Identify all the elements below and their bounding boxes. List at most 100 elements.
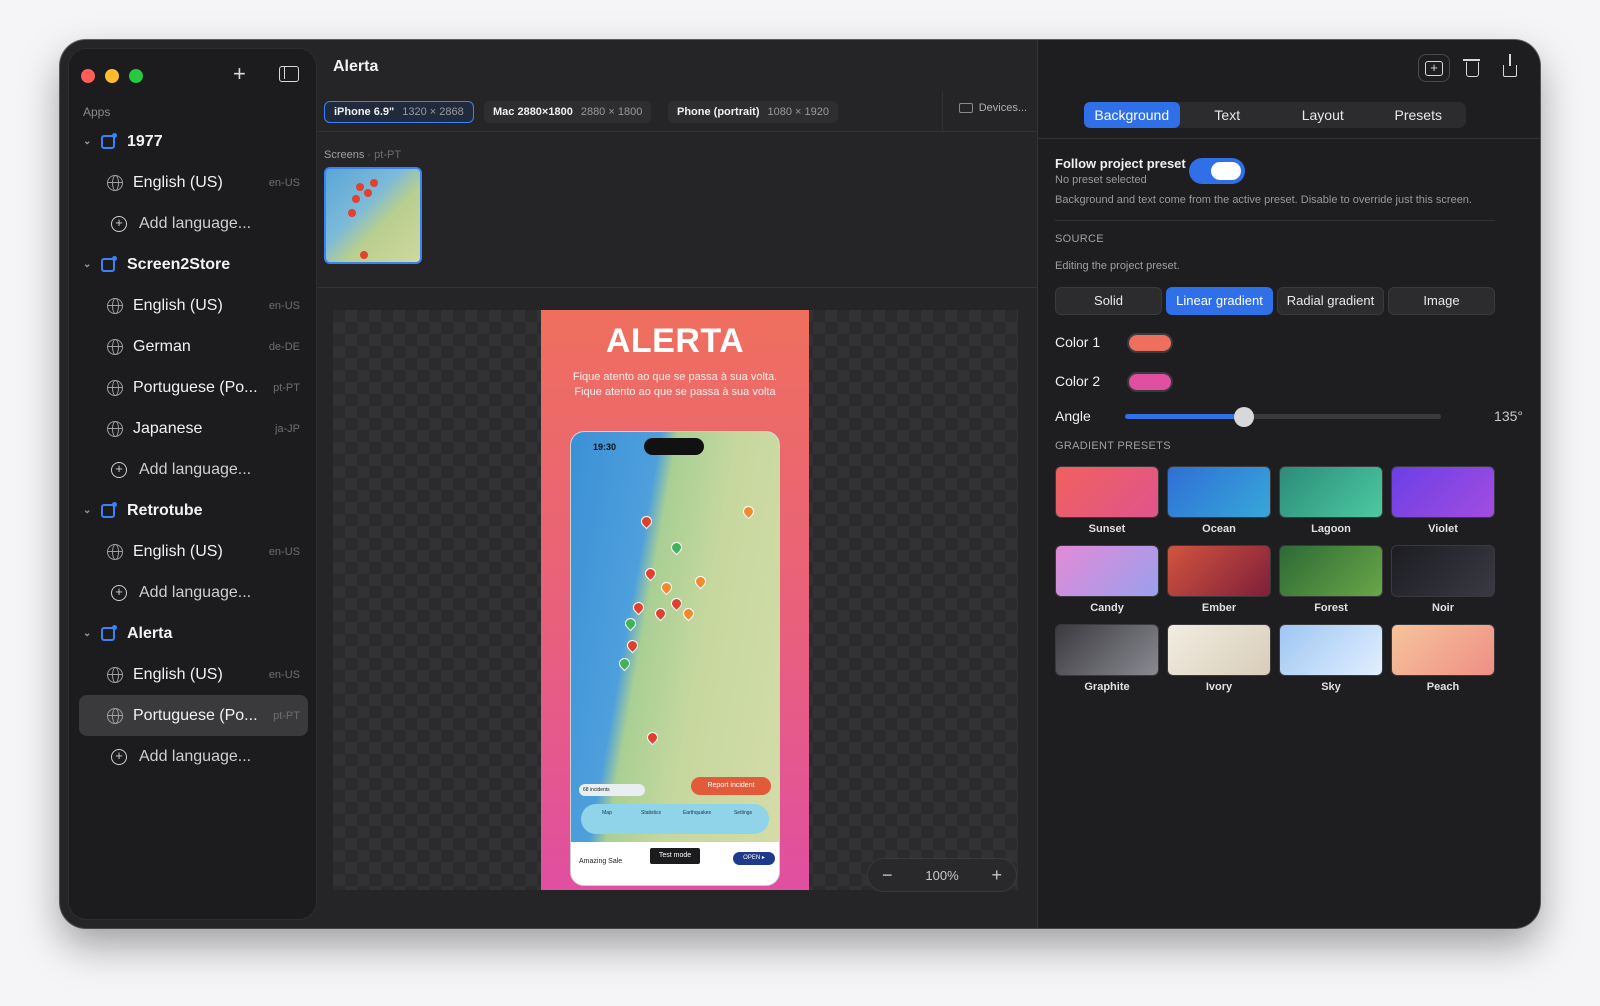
zoom-in-button[interactable]: +	[991, 865, 1002, 886]
canvas[interactable]: ALERTA Fique atento ao que se passa à su…	[333, 310, 1018, 890]
source-linear-gradient[interactable]: Linear gradient	[1166, 287, 1273, 315]
gradient-preset[interactable]: Sunset	[1055, 466, 1159, 537]
device-size: 2880 × 1800	[580, 106, 643, 118]
gradient-preset-swatch[interactable]	[1279, 545, 1383, 597]
map-pin	[622, 615, 639, 632]
gradient-preset-name: Peach	[1426, 681, 1460, 693]
zoom-window-button[interactable]	[129, 69, 143, 83]
add-language-button[interactable]: + Add language...	[69, 736, 318, 777]
gradient-preset[interactable]: Noir	[1391, 545, 1495, 616]
angle-slider[interactable]	[1125, 407, 1441, 427]
add-language-button[interactable]: + Add language...	[69, 572, 318, 613]
share-icon[interactable]	[1494, 54, 1526, 82]
device-pill-mac[interactable]: Mac 2880×1800 2880 × 1800	[484, 101, 652, 123]
color2-swatch[interactable]	[1127, 372, 1173, 392]
gradient-preset-swatch[interactable]	[1391, 624, 1495, 676]
gradient-preset-swatch[interactable]	[1167, 545, 1271, 597]
close-window-button[interactable]	[81, 69, 95, 83]
chevron-down-icon[interactable]: ⌄	[83, 136, 95, 147]
sidebar-language-row[interactable]: German de-DE	[79, 326, 308, 367]
divider	[1038, 138, 1540, 139]
device-pill-phone-portrait[interactable]: Phone (portrait) 1080 × 1920	[668, 101, 838, 123]
gradient-preset[interactable]: Ocean	[1167, 466, 1271, 537]
gradient-preset-swatch[interactable]	[1055, 624, 1159, 676]
sidebar-language-row[interactable]: Portuguese (Po... pt-PT	[79, 367, 308, 408]
gradient-preset-swatch[interactable]	[1167, 466, 1271, 518]
gradient-preset[interactable]: Lagoon	[1279, 466, 1383, 537]
gradient-preset[interactable]: Violet	[1391, 466, 1495, 537]
source-solid[interactable]: Solid	[1055, 287, 1162, 315]
globe-icon	[107, 420, 123, 437]
gradient-preset-swatch[interactable]	[1167, 624, 1271, 676]
ad-title: Amazing Sale	[579, 858, 623, 865]
devices-button[interactable]: Devices...	[958, 102, 1027, 114]
sidebar-language-row[interactable]: English (US) en-US	[79, 285, 308, 326]
sidebar-language-row[interactable]: English (US) en-US	[79, 162, 308, 203]
source-radial-gradient[interactable]: Radial gradient	[1277, 287, 1384, 315]
gradient-preset[interactable]: Peach	[1391, 624, 1495, 695]
gradient-preset-name: Candy	[1090, 602, 1124, 614]
artboard-subtitle[interactable]: Fique atento ao que se passa à sua volta…	[541, 370, 809, 400]
sidebar-language-row[interactable]: English (US) en-US	[79, 531, 308, 572]
device-size: 1080 × 1920	[767, 106, 829, 118]
tab-text[interactable]: Text	[1180, 102, 1276, 128]
globe-icon	[107, 297, 123, 314]
tab-layout[interactable]: Layout	[1275, 102, 1371, 128]
gradient-preset-swatch[interactable]	[1391, 466, 1495, 518]
chevron-down-icon[interactable]: ⌄	[83, 628, 95, 639]
follow-preset-toggle[interactable]	[1189, 158, 1245, 184]
toggle-sidebar-icon[interactable]	[279, 66, 299, 82]
source-image[interactable]: Image	[1388, 287, 1495, 315]
map-pin	[658, 579, 675, 596]
zoom-out-button[interactable]: −	[882, 865, 893, 886]
sidebar-app-row[interactable]: ⌄ Alerta	[69, 613, 318, 654]
map-pin	[740, 503, 757, 520]
app-name: 1977	[127, 132, 163, 150]
gradient-preset-swatch[interactable]	[1279, 624, 1383, 676]
phone-screenshot[interactable]: 19:30 68 incidents Report incident Map S…	[570, 431, 780, 886]
minimize-window-button[interactable]	[105, 69, 119, 83]
artboard-title[interactable]: ALERTA	[541, 322, 809, 361]
gradient-preset[interactable]: Forest	[1279, 545, 1383, 616]
globe-icon	[107, 379, 123, 396]
screens-strip: Screens · pt-PT	[317, 133, 1037, 288]
color1-swatch[interactable]	[1127, 333, 1173, 353]
chevron-down-icon[interactable]: ⌄	[83, 259, 95, 270]
add-screen-icon[interactable]: +	[1418, 54, 1450, 82]
sidebar-language-row[interactable]: Japanese ja-JP	[79, 408, 308, 449]
angle-slider-knob[interactable]	[1233, 407, 1254, 427]
gradient-preset[interactable]: Ivory	[1167, 624, 1271, 695]
add-language-label: Add language...	[139, 460, 252, 478]
gradient-preset-swatch[interactable]	[1279, 466, 1383, 518]
map-pin	[642, 565, 659, 582]
sidebar-language-row[interactable]: English (US) en-US	[79, 654, 308, 695]
gradient-preset-swatch[interactable]	[1055, 466, 1159, 518]
add-app-icon[interactable]: +	[233, 63, 246, 85]
device-pill-iphone[interactable]: iPhone 6.9" 1320 × 2868	[324, 101, 474, 123]
tab-presets[interactable]: Presets	[1371, 102, 1467, 128]
language-code: pt-PT	[273, 381, 300, 394]
trash-icon[interactable]	[1456, 54, 1488, 82]
add-language-button[interactable]: + Add language...	[69, 449, 318, 490]
gradient-preset-swatch[interactable]	[1055, 545, 1159, 597]
sidebar-app-row[interactable]: ⌄ Screen2Store	[69, 244, 318, 285]
add-language-button[interactable]: + Add language...	[69, 203, 318, 244]
globe-icon	[107, 338, 123, 355]
sidebar-app-row[interactable]: ⌄ 1977	[69, 121, 318, 162]
angle-slider-fill	[1125, 414, 1244, 419]
gradient-preset[interactable]: Candy	[1055, 545, 1159, 616]
language-name: Portuguese (Po...	[133, 378, 258, 396]
sidebar-language-row[interactable]: Portuguese (Po... pt-PT	[79, 695, 308, 736]
gradient-preset-swatch[interactable]	[1391, 545, 1495, 597]
screen-thumbnail[interactable]	[324, 167, 422, 264]
sidebar-app-row[interactable]: ⌄ Retrotube	[69, 490, 318, 531]
tab-background[interactable]: Background	[1084, 102, 1180, 128]
gradient-preset[interactable]: Ember	[1167, 545, 1271, 616]
screens-locale: pt-PT	[374, 149, 402, 161]
screens-title: Screens	[324, 149, 365, 161]
chevron-down-icon[interactable]: ⌄	[83, 505, 95, 516]
gradient-preset[interactable]: Graphite	[1055, 624, 1159, 695]
artboard[interactable]: ALERTA Fique atento ao que se passa à su…	[541, 310, 809, 890]
map-pin	[364, 189, 372, 197]
gradient-preset[interactable]: Sky	[1279, 624, 1383, 695]
